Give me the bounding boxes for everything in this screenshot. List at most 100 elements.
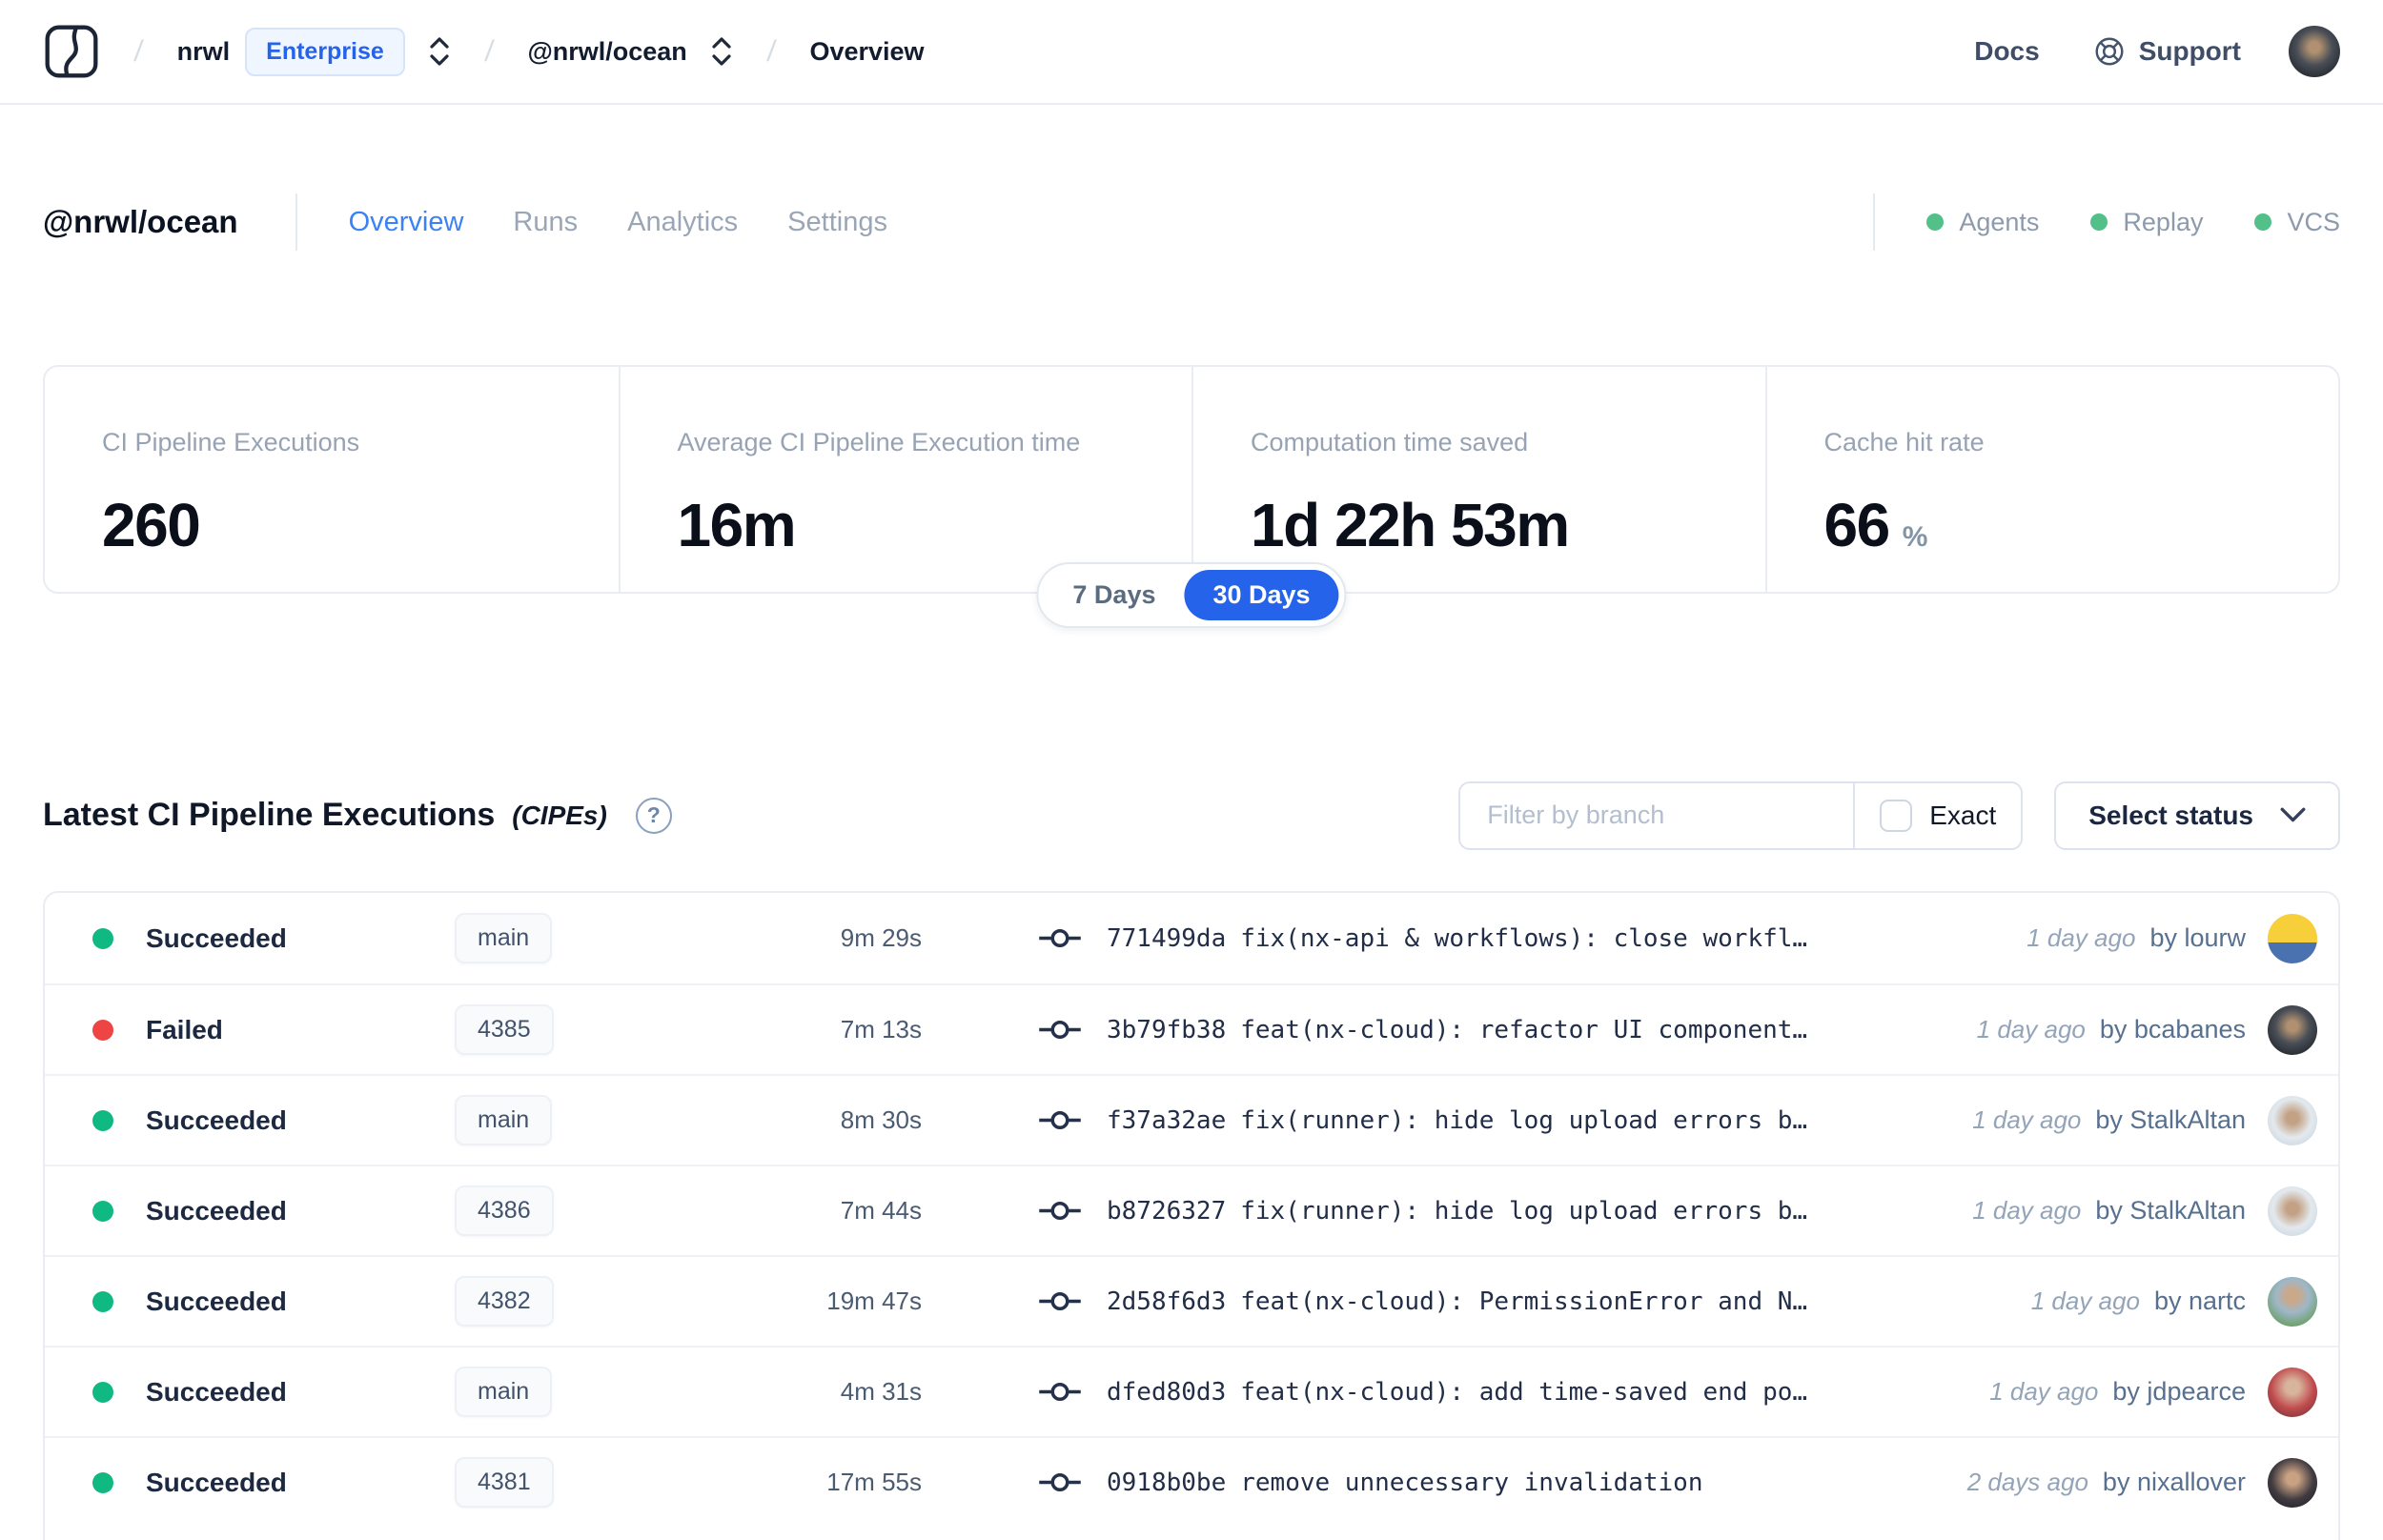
integration-replay[interactable]: Replay xyxy=(2090,208,2203,237)
commit-author: by StalkAltan xyxy=(2095,1105,2246,1134)
integration-label: VCS xyxy=(2287,207,2340,236)
avatar xyxy=(2268,1367,2317,1417)
help-icon[interactable]: ? xyxy=(635,797,672,834)
stats-section: CI Pipeline Executions 260 Average CI Pi… xyxy=(43,365,2340,628)
nx-cloud-logo[interactable] xyxy=(43,23,100,80)
branch-cell: 4381 xyxy=(455,1457,660,1508)
cipe-header: Latest CI Pipeline Executions (CIPEs) ? … xyxy=(43,780,2340,851)
workspace-title: @nrwl/ocean xyxy=(43,204,238,239)
branch-filter-input[interactable] xyxy=(1460,782,1854,848)
tab-overview[interactable]: Overview xyxy=(349,207,464,238)
integration-vcs[interactable]: VCS xyxy=(2254,208,2340,237)
breadcrumb-separator-icon: / xyxy=(765,34,778,68)
user-avatar[interactable] xyxy=(2289,26,2340,77)
integration-agents[interactable]: Agents xyxy=(1926,208,2039,237)
branch-badge: main xyxy=(455,913,553,963)
nav-actions: Docs Support xyxy=(1968,26,2340,77)
commit-cell: dfed80d3 feat(nx-cloud): add time-saved e… xyxy=(922,1378,1836,1407)
meta-cell: 1 day ago by lourw xyxy=(1836,913,2317,963)
tab-settings[interactable]: Settings xyxy=(787,207,887,238)
breadcrumb-separator-icon: / xyxy=(483,34,496,68)
status-label: Succeeded xyxy=(146,1286,287,1316)
status-label: Succeeded xyxy=(146,1376,287,1407)
status-dot-icon xyxy=(92,1200,113,1222)
duration: 8m 30s xyxy=(840,1105,922,1134)
range-7-days[interactable]: 7 Days xyxy=(1044,570,1184,620)
status-select-dropdown[interactable]: Select status xyxy=(2054,780,2340,850)
workspace-switcher[interactable]: @nrwl/ocean xyxy=(527,34,732,69)
breadcrumb: / nrwl Enterprise / @nrwl/ocean / Overvi… xyxy=(43,23,925,80)
status-dot-icon xyxy=(1926,213,1945,231)
top-nav: / nrwl Enterprise / @nrwl/ocean / Overvi… xyxy=(0,0,2383,105)
status-dot-icon xyxy=(92,1471,113,1493)
commit-message: b8726327 fix(runner): hide log upload err… xyxy=(1107,1197,1807,1226)
branch-badge: 4381 xyxy=(455,1457,554,1508)
workspace-tabs: Overview Runs Analytics Settings xyxy=(349,207,887,238)
range-30-days[interactable]: 30 Days xyxy=(1184,570,1339,620)
org-switcher[interactable]: nrwl Enterprise xyxy=(177,27,451,76)
commit-author: by bcabanes xyxy=(2099,1015,2246,1044)
cipe-filters: Exact Select status xyxy=(1458,780,2340,850)
status-select-label: Select status xyxy=(2088,800,2253,830)
commit-cell: 2d58f6d3 feat(nx-cloud): PermissionError … xyxy=(922,1287,1836,1316)
git-commit-icon xyxy=(1039,1110,1081,1130)
duration: 7m 44s xyxy=(840,1196,922,1225)
nx-cloud-page: / nrwl Enterprise / @nrwl/ocean / Overvi… xyxy=(0,0,2383,1540)
branch-cell: 4382 xyxy=(455,1276,660,1327)
cipe-title-suffix: (CIPEs) xyxy=(512,800,607,830)
org-plan-badge: Enterprise xyxy=(245,27,405,76)
status-cell: Succeeded xyxy=(92,1287,455,1317)
stat-card-avg-time: Average CI Pipeline Execution time 16m xyxy=(618,367,1192,592)
table-row[interactable]: Succeeded main 8m 30s f37a32ae fix(runner… xyxy=(45,1074,2338,1165)
commit-hash: f37a32ae xyxy=(1107,1105,1227,1135)
commit-message: dfed80d3 feat(nx-cloud): add time-saved e… xyxy=(1107,1378,1807,1407)
stat-unit: % xyxy=(1902,521,1928,553)
table-row[interactable]: Succeeded 4382 19m 47s 2d58f6d3 feat(nx-c… xyxy=(45,1255,2338,1346)
duration: 19m 47s xyxy=(826,1287,922,1315)
commit-hash: b8726327 xyxy=(1107,1196,1227,1226)
stat-label: CI Pipeline Executions xyxy=(102,428,360,456)
branch-badge: main xyxy=(455,1367,553,1417)
branch-cell: 4385 xyxy=(455,1004,660,1055)
status-cell: Succeeded xyxy=(92,1105,455,1136)
table-row[interactable]: Succeeded main 9m 29s 771499da fix(nx-api… xyxy=(45,893,2338,983)
commit-author: by StalkAltan xyxy=(2095,1196,2246,1225)
branch-cell: 4386 xyxy=(455,1185,660,1236)
status-dot-icon xyxy=(92,1019,113,1041)
status-label: Failed xyxy=(146,1014,223,1044)
stat-label: Cache hit rate xyxy=(1823,428,1985,456)
support-label: Support xyxy=(2138,36,2241,66)
table-row[interactable]: Failed 4385 7m 13s 3b79fb38 feat(nx-cloud… xyxy=(45,983,2338,1074)
exact-filter: Exact xyxy=(1853,782,2021,848)
commit-author: by nixallover xyxy=(2102,1468,2246,1496)
commit-subject: feat(nx-cloud): add time-saved end po… xyxy=(1240,1377,1808,1407)
meta-cell: 1 day ago by StalkAltan xyxy=(1836,1095,2317,1145)
branch-badge: 4386 xyxy=(455,1185,554,1236)
status-dot-icon xyxy=(92,1290,113,1312)
status-cell: Failed xyxy=(92,1015,455,1045)
status-cell: Succeeded xyxy=(92,1468,455,1498)
divider xyxy=(295,193,297,251)
table-row[interactable]: Succeeded 4381 17m 55s 0918b0be remove un… xyxy=(45,1436,2338,1527)
exact-label[interactable]: Exact xyxy=(1929,800,1996,831)
git-commit-icon xyxy=(1039,1382,1081,1402)
table-row[interactable]: Succeeded main 4m 31s dfed80d3 feat(nx-cl… xyxy=(45,1346,2338,1436)
commit-subject: fix(runner): hide log upload errors b… xyxy=(1240,1105,1808,1135)
commit-subject: fix(runner): hide log upload errors b… xyxy=(1240,1196,1808,1226)
table-row[interactable]: Succeeded 4386 7m 44s b8726327 fix(runner… xyxy=(45,1165,2338,1255)
tab-analytics[interactable]: Analytics xyxy=(627,207,738,238)
nx-cloud-logo-icon xyxy=(45,25,98,78)
commit-cell: 3b79fb38 feat(nx-cloud): refactor UI comp… xyxy=(922,1016,1836,1044)
relative-time: 1 day ago xyxy=(2027,923,2136,952)
tab-runs[interactable]: Runs xyxy=(513,207,578,238)
lifebuoy-icon xyxy=(2095,37,2124,66)
duration: 9m 29s xyxy=(840,923,922,952)
exact-checkbox[interactable] xyxy=(1880,799,1913,832)
relative-time: 1 day ago xyxy=(1972,1196,2082,1225)
commit-hash: 3b79fb38 xyxy=(1107,1015,1227,1044)
relative-time: 1 day ago xyxy=(1989,1377,2099,1406)
stat-value: 16m xyxy=(677,491,797,559)
docs-link[interactable]: Docs xyxy=(1968,35,2045,68)
duration: 17m 55s xyxy=(826,1468,922,1496)
support-link[interactable]: Support xyxy=(2088,34,2247,69)
